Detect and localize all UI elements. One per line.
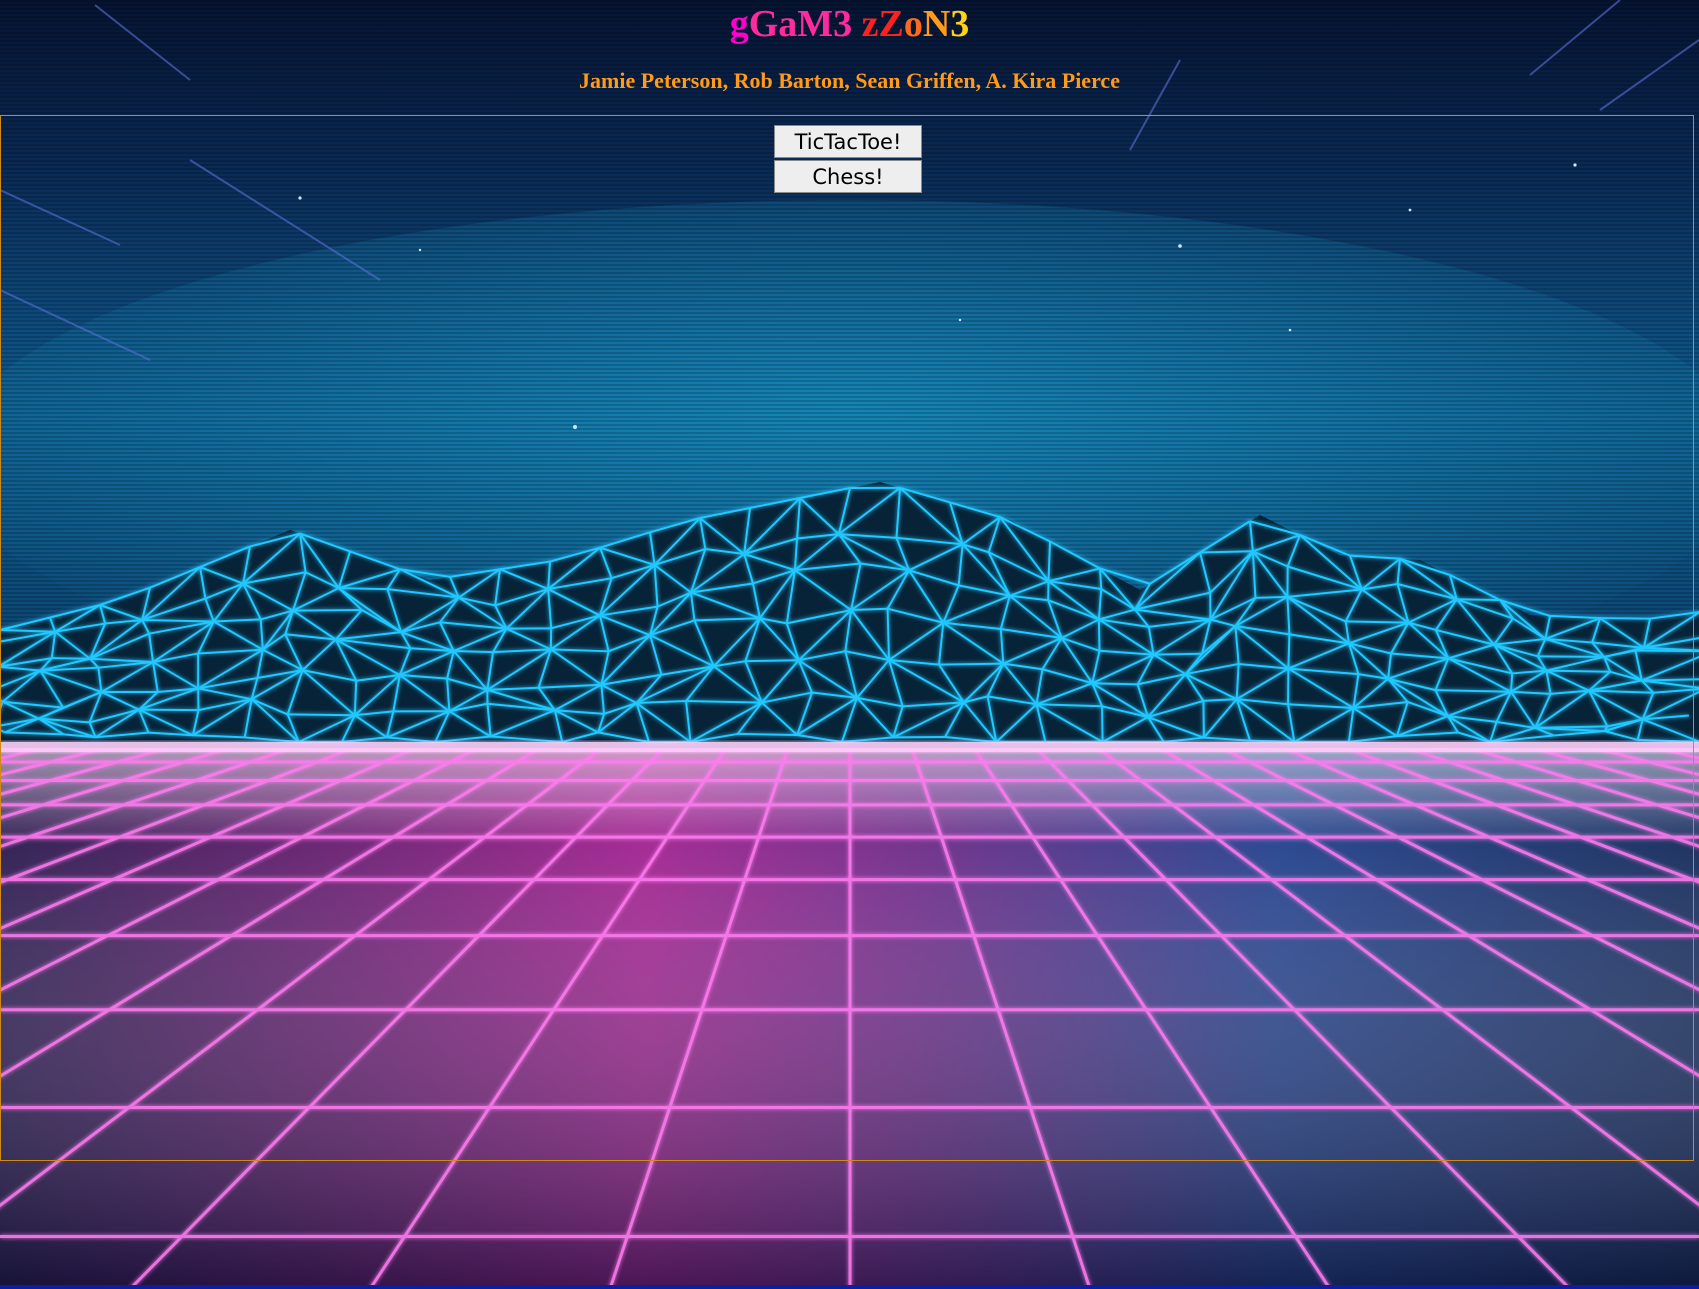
title-segment: zZ xyxy=(861,3,904,45)
title-segment: N xyxy=(922,3,951,45)
bottom-strip xyxy=(0,1285,1699,1289)
tictactoe-button[interactable]: TicTacToe! xyxy=(774,125,922,158)
title-segment: g xyxy=(729,3,749,45)
page-title: gGaM3 zZoN3 xyxy=(0,0,1699,48)
title-segment xyxy=(852,3,862,45)
game-panel: TicTacToe! Chess! xyxy=(0,115,1694,1161)
title-segment: GaM3 xyxy=(748,3,853,45)
chess-button[interactable]: Chess! xyxy=(774,160,922,193)
game-menu: TicTacToe! Chess! xyxy=(774,125,922,195)
title-segment: 3 xyxy=(950,3,970,45)
authors-credit: Jamie Peterson, Rob Barton, Sean Griffen… xyxy=(579,68,1120,93)
title-segment: o xyxy=(903,3,923,45)
